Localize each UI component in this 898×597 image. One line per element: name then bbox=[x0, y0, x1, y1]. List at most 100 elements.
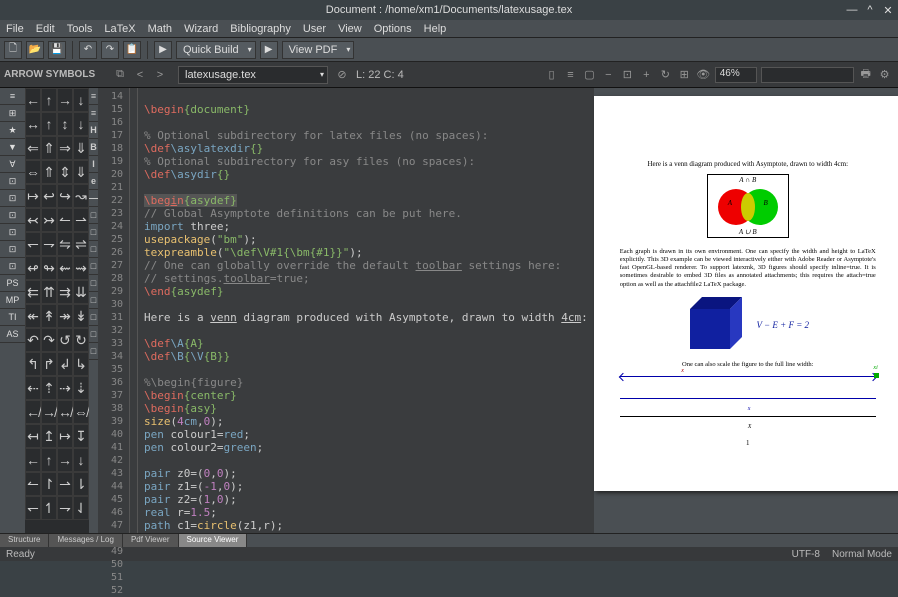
quick-btn-3[interactable]: B bbox=[89, 139, 98, 156]
arrow-symbol-64[interactable]: ↼ bbox=[25, 472, 41, 496]
undo-icon[interactable]: ↶ bbox=[79, 41, 97, 59]
arrow-symbol-60[interactable]: ← bbox=[25, 448, 41, 472]
maximize-icon[interactable]: ^ bbox=[864, 4, 876, 17]
arrow-symbol-38[interactable]: ↠ bbox=[57, 304, 73, 328]
arrow-symbol-42[interactable]: ↺ bbox=[57, 328, 73, 352]
quick-btn-6[interactable]: — bbox=[89, 190, 98, 207]
quick-btn-10[interactable]: □ bbox=[89, 258, 98, 275]
quick-btn-1[interactable]: ≡ bbox=[89, 105, 98, 122]
arrow-symbol-51[interactable]: ⇣ bbox=[73, 376, 89, 400]
arrow-symbol-48[interactable]: ⇠ bbox=[25, 376, 41, 400]
quick-btn-9[interactable]: □ bbox=[89, 241, 98, 258]
arrow-symbol-23[interactable]: ⇀ bbox=[73, 208, 89, 232]
nav-back-icon[interactable]: < bbox=[132, 67, 148, 83]
quick-btn-14[interactable]: □ bbox=[89, 326, 98, 343]
arrow-symbol-57[interactable]: ↥ bbox=[41, 424, 57, 448]
arrow-symbol-18[interactable]: ↪ bbox=[57, 184, 73, 208]
quick-btn-12[interactable]: □ bbox=[89, 292, 98, 309]
pdf-settings-icon[interactable]: ⚙ bbox=[877, 67, 892, 83]
arrow-symbol-59[interactable]: ↧ bbox=[73, 424, 89, 448]
arrow-symbol-66[interactable]: ⇀ bbox=[57, 472, 73, 496]
arrow-symbol-58[interactable]: ↦ bbox=[57, 424, 73, 448]
menu-help[interactable]: Help bbox=[424, 23, 447, 35]
save-icon[interactable]: 💾 bbox=[48, 41, 66, 59]
arrow-symbol-44[interactable]: ↰ bbox=[25, 352, 41, 376]
copy-icon[interactable]: 📋 bbox=[123, 41, 141, 59]
pdf-zoomfit-icon[interactable]: ⊡ bbox=[620, 67, 635, 83]
arrow-symbol-50[interactable]: ⇢ bbox=[57, 376, 73, 400]
bottom-tab-structure[interactable]: Structure bbox=[0, 534, 49, 547]
pdf-zoomout-icon[interactable]: − bbox=[601, 67, 616, 83]
editor[interactable]: 1415161718192021222324252627282930313233… bbox=[98, 88, 594, 533]
preset-12[interactable]: MP bbox=[0, 292, 25, 309]
preset-9[interactable]: ⊡ bbox=[0, 241, 25, 258]
arrow-symbol-70[interactable]: ⇁ bbox=[57, 496, 73, 520]
arrow-symbol-71[interactable]: ⇃ bbox=[73, 496, 89, 520]
new-icon[interactable]: 🗋 bbox=[4, 41, 22, 59]
pdf-print-icon[interactable]: 🖶 bbox=[858, 67, 873, 83]
pdf-rotate-icon[interactable]: ↻ bbox=[658, 67, 673, 83]
menu-user[interactable]: User bbox=[303, 23, 326, 35]
quick-btn-8[interactable]: □ bbox=[89, 224, 98, 241]
arrow-symbol-11[interactable]: ⇓ bbox=[73, 136, 89, 160]
preset-1[interactable]: ⊞ bbox=[0, 105, 25, 122]
preset-5[interactable]: ⊡ bbox=[0, 173, 25, 190]
bottom-tab-pdf-viewer[interactable]: Pdf Viewer bbox=[123, 534, 179, 547]
arrow-symbol-16[interactable]: ↦ bbox=[25, 184, 41, 208]
arrow-symbol-33[interactable]: ⇈ bbox=[41, 280, 57, 304]
arrow-symbol-49[interactable]: ⇡ bbox=[41, 376, 57, 400]
arrow-symbol-2[interactable]: → bbox=[57, 88, 73, 112]
quick-btn-7[interactable]: □ bbox=[89, 207, 98, 224]
arrow-symbol-39[interactable]: ↡ bbox=[73, 304, 89, 328]
code-area[interactable]: \begin{document}% Optional subdirectory … bbox=[138, 88, 594, 533]
panel-detach-icon[interactable]: ⧉ bbox=[112, 67, 128, 83]
preset-3[interactable]: ▼ bbox=[0, 139, 25, 156]
menu-math[interactable]: Math bbox=[148, 23, 172, 35]
build-combo[interactable]: Quick Build bbox=[176, 41, 256, 59]
bottom-tab-source-viewer[interactable]: Source Viewer bbox=[179, 534, 248, 547]
arrow-symbol-46[interactable]: ↲ bbox=[57, 352, 73, 376]
arrow-symbol-21[interactable]: ↣ bbox=[41, 208, 57, 232]
preset-0[interactable]: ≡ bbox=[0, 88, 25, 105]
arrow-symbol-31[interactable]: ⇝ bbox=[73, 256, 89, 280]
menu-file[interactable]: File bbox=[6, 23, 24, 35]
arrow-symbol-12[interactable]: ⇔ bbox=[25, 160, 41, 184]
file-tab-combo[interactable]: latexusage.tex bbox=[178, 66, 328, 84]
arrow-symbol-24[interactable]: ↽ bbox=[25, 232, 41, 256]
arrow-symbol-30[interactable]: ⇜ bbox=[57, 256, 73, 280]
preset-13[interactable]: TI bbox=[0, 309, 25, 326]
quick-btn-15[interactable]: □ bbox=[89, 343, 98, 360]
view-icon[interactable]: ▶ bbox=[260, 41, 278, 59]
pdf-eye-icon[interactable]: 👁 bbox=[696, 67, 711, 83]
arrow-symbol-22[interactable]: ↼ bbox=[57, 208, 73, 232]
preset-8[interactable]: ⊡ bbox=[0, 224, 25, 241]
run-icon[interactable]: ▶ bbox=[154, 41, 172, 59]
arrow-symbol-65[interactable]: ↾ bbox=[41, 472, 57, 496]
arrow-symbol-4[interactable]: ↔ bbox=[25, 112, 41, 136]
arrow-symbol-36[interactable]: ↞ bbox=[25, 304, 41, 328]
quick-btn-2[interactable]: H bbox=[89, 122, 98, 139]
minimize-icon[interactable]: — bbox=[846, 4, 858, 17]
arrow-symbol-27[interactable]: ⇌ bbox=[73, 232, 89, 256]
pdf-continuous-icon[interactable]: ≡ bbox=[563, 67, 578, 83]
arrow-symbol-9[interactable]: ⇑ bbox=[41, 136, 57, 160]
arrow-symbol-62[interactable]: → bbox=[57, 448, 73, 472]
arrow-symbol-45[interactable]: ↱ bbox=[41, 352, 57, 376]
menu-bibliography[interactable]: Bibliography bbox=[230, 23, 291, 35]
preset-2[interactable]: ★ bbox=[0, 122, 25, 139]
preset-10[interactable]: ⊡ bbox=[0, 258, 25, 275]
arrow-symbol-69[interactable]: ↿ bbox=[41, 496, 57, 520]
menu-wizard[interactable]: Wizard bbox=[184, 23, 218, 35]
preset-6[interactable]: ⊡ bbox=[0, 190, 25, 207]
arrow-symbol-54[interactable]: ↮ bbox=[57, 400, 73, 424]
preset-14[interactable]: AS bbox=[0, 326, 25, 343]
arrow-symbol-20[interactable]: ↢ bbox=[25, 208, 41, 232]
arrow-symbol-47[interactable]: ↳ bbox=[73, 352, 89, 376]
bottom-tab-messages-log[interactable]: Messages / Log bbox=[49, 534, 122, 547]
arrow-symbol-43[interactable]: ↻ bbox=[73, 328, 89, 352]
arrow-symbol-25[interactable]: ⇁ bbox=[41, 232, 57, 256]
arrow-symbol-6[interactable]: ↕ bbox=[57, 112, 73, 136]
preset-7[interactable]: ⊡ bbox=[0, 207, 25, 224]
page-input[interactable] bbox=[761, 67, 855, 83]
preset-11[interactable]: PS bbox=[0, 275, 25, 292]
